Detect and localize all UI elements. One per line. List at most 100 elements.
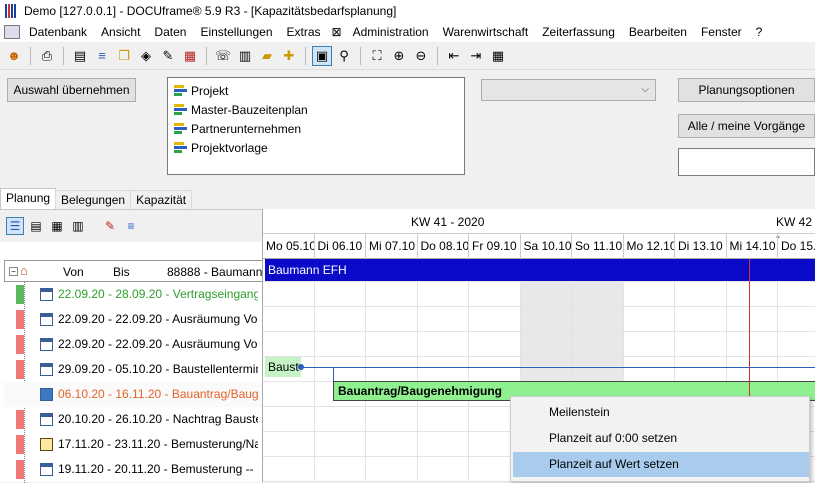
project-bar[interactable]: Baumann EFH (265, 259, 815, 281)
day-header-cell: Sa 10.10 (521, 234, 572, 259)
context-menu: Meilenstein Planzeit auf 0:00 setzen Pla… (510, 396, 810, 482)
table-right-icon[interactable]: ⇥ (466, 46, 486, 66)
calendar-icon (40, 338, 53, 351)
collapse-icon[interactable]: − (9, 266, 18, 276)
system-menu-icon[interactable] (4, 25, 20, 39)
table-row[interactable]: 22.09.20 - 28.09.20 - Vertragseingang/Au… (4, 282, 262, 307)
card-view-icon[interactable]: ▤ (27, 217, 45, 235)
menu-ansicht[interactable]: Ansicht (94, 25, 147, 39)
day-column (418, 259, 469, 482)
table-row[interactable]: 17.11.20 - 23.11.20 - Bemusterung/Nachtr… (4, 432, 262, 457)
auswahl-uebernehmen-button[interactable]: Auswahl übernehmen (7, 78, 136, 102)
edit-icon[interactable]: ✎ (101, 217, 119, 235)
list-item[interactable]: Master-Bauzeitenplan (174, 100, 458, 119)
task-label: 20.10.20 - 26.10.20 - Nachtrag Bausteine (58, 412, 258, 426)
menu-extras[interactable]: Extras (280, 25, 328, 39)
row-divider (263, 356, 815, 357)
tab-kapazitaet[interactable]: Kapazität (130, 190, 193, 209)
list-item[interactable]: Projekt (174, 81, 458, 100)
status-badge (16, 410, 24, 429)
note-icon[interactable]: ✎ (158, 46, 178, 66)
planungsoptionen-button[interactable]: Planungsoptionen (678, 78, 815, 102)
calendar-icon (40, 463, 53, 476)
type-listbox[interactable]: Projekt Master-Bauzeitenplan Partnerunte… (167, 77, 465, 175)
menu-einstellungen[interactable]: Einstellungen (193, 25, 279, 39)
user-icon[interactable]: ☻ (4, 46, 24, 66)
tab-belegungen[interactable]: Belegungen (55, 190, 132, 209)
new-doc-icon[interactable]: ✚ (279, 46, 299, 66)
tree-view-icon[interactable]: ☰ (6, 217, 24, 235)
menu-zeiterfassung[interactable]: Zeiterfassung (535, 25, 622, 39)
calendar-icon (40, 288, 53, 301)
fit-icon[interactable]: ⛶ (367, 46, 387, 66)
menu-item-meilenstein[interactable]: Meilenstein (513, 400, 809, 425)
dependency-dot[interactable] (298, 364, 304, 370)
tab-planung[interactable]: Planung (0, 188, 57, 209)
card-icon[interactable]: ▤ (70, 46, 90, 66)
menu-administration[interactable]: Administration (346, 25, 436, 39)
list-item[interactable]: Partnerunternehmen (174, 119, 458, 138)
grid-icon[interactable]: ▥ (235, 46, 255, 66)
print-icon[interactable]: ⎙ (37, 46, 57, 66)
day-header-cell: Di 06.10 (315, 234, 366, 259)
new-folder-icon[interactable]: ▰ (257, 46, 277, 66)
table-row[interactable]: 22.09.20 - 22.09.20 - Ausräumung Vorbere… (4, 307, 262, 332)
table-row[interactable]: 19.11.20 - 20.11.20 - Bemusterung -- (4, 457, 262, 482)
zoom-out-icon[interactable]: ⊖ (411, 46, 431, 66)
menu-item-planzeit-wert[interactable]: Planzeit auf Wert setzen (513, 452, 809, 477)
row-divider (263, 306, 815, 307)
menu-help[interactable]: ? (749, 25, 770, 39)
document-icon (40, 438, 53, 451)
phone-icon[interactable]: ☏ (213, 46, 233, 66)
task-label: 06.10.20 - 16.11.20 - Bauantrag/Baugeneh… (58, 387, 258, 401)
calendar-icon (40, 413, 53, 426)
calendar-icon (40, 313, 53, 326)
folder-icon[interactable]: ❐ (114, 46, 134, 66)
task-bar-baustellentermin[interactable]: Baust (265, 357, 301, 377)
day-header-cell: Mi 07.10 (366, 234, 418, 259)
day-header-cell: Fr 09.10 (469, 234, 521, 259)
search-input[interactable] (678, 148, 815, 176)
list-icon[interactable]: ≡ (92, 46, 112, 66)
row-divider (263, 281, 815, 282)
zoom-in-icon[interactable]: ⊕ (389, 46, 409, 66)
stack-view-icon[interactable]: ≡ (122, 217, 140, 235)
filter-combobox[interactable]: ⌵ (481, 79, 656, 101)
menu-daten[interactable]: Daten (147, 25, 193, 39)
view-icon[interactable]: ▣ (312, 45, 332, 66)
house-icon: ⌂ (20, 263, 28, 278)
task-tree-panel: ☰ ▤ ▦ ▥ ✎ ≡ − ⌂ Von Bis 88888 - Baumann … (0, 209, 263, 483)
tree-header: − ⌂ Von Bis 88888 - Baumann EFH (4, 260, 263, 282)
table-row[interactable]: 20.10.20 - 26.10.20 - Nachtrag Bausteine (4, 407, 262, 432)
table-row[interactable]: 29.09.20 - 05.10.20 - Baustellentermin (4, 357, 262, 382)
day-column (315, 259, 366, 482)
table-grid-icon[interactable]: ▦ (488, 46, 508, 66)
menu-bearbeiten[interactable]: Bearbeiten (622, 25, 694, 39)
title-bar: Demo [127.0.0.1] - DOCUframe® 5.9 R3 - [… (0, 0, 815, 22)
menu-admin-icon[interactable]: ⊠ (328, 25, 346, 39)
search-icon[interactable]: ⚲ (334, 46, 354, 66)
menu-datenbank[interactable]: Datenbank (22, 25, 94, 39)
stack-icon (174, 122, 188, 135)
grid-view-icon[interactable]: ▥ (69, 217, 87, 235)
menu-warenwirtschaft[interactable]: Warenwirtschaft (436, 25, 536, 39)
alle-meine-vorgaenge-button[interactable]: Alle / meine Vorgänge (678, 114, 815, 138)
task-label: 22.09.20 - 22.09.20 - Ausräumung Vorbere… (58, 312, 258, 326)
table-row[interactable]: 22.09.20 - 22.09.20 - Ausräumung Vorbere… (4, 332, 262, 357)
main-toolbar: ☻ ⎙ ▤ ≡ ❐ ◈ ✎ ▦ ☏ ▥ ▰ ✚ ▣ ⚲ ⛶ ⊕ ⊖ ⇤ ⇥ ▦ (0, 42, 815, 70)
stack-icon (174, 84, 188, 97)
day-header-cell: Mo 12.10 (624, 234, 675, 259)
calendar-icon (40, 388, 53, 401)
menu-item-planzeit-null[interactable]: Planzeit auf 0:00 setzen (513, 426, 809, 451)
day-header-cell: Mi 14.10 (727, 234, 778, 259)
table-row[interactable]: 06.10.20 - 16.11.20 - Bauantrag/Baugeneh… (4, 382, 262, 407)
table-left-icon[interactable]: ⇤ (444, 46, 464, 66)
menu-fenster[interactable]: Fenster (694, 25, 749, 39)
calendar-icon (40, 363, 53, 376)
status-badge (16, 460, 24, 479)
list-item[interactable]: Projektvorlage (174, 138, 458, 157)
table-view-icon[interactable]: ▦ (48, 217, 66, 235)
tag-icon[interactable]: ◈ (136, 46, 156, 66)
calendar-icon[interactable]: ▦ (180, 46, 200, 66)
chevron-down-icon: ⌵ (641, 84, 649, 95)
